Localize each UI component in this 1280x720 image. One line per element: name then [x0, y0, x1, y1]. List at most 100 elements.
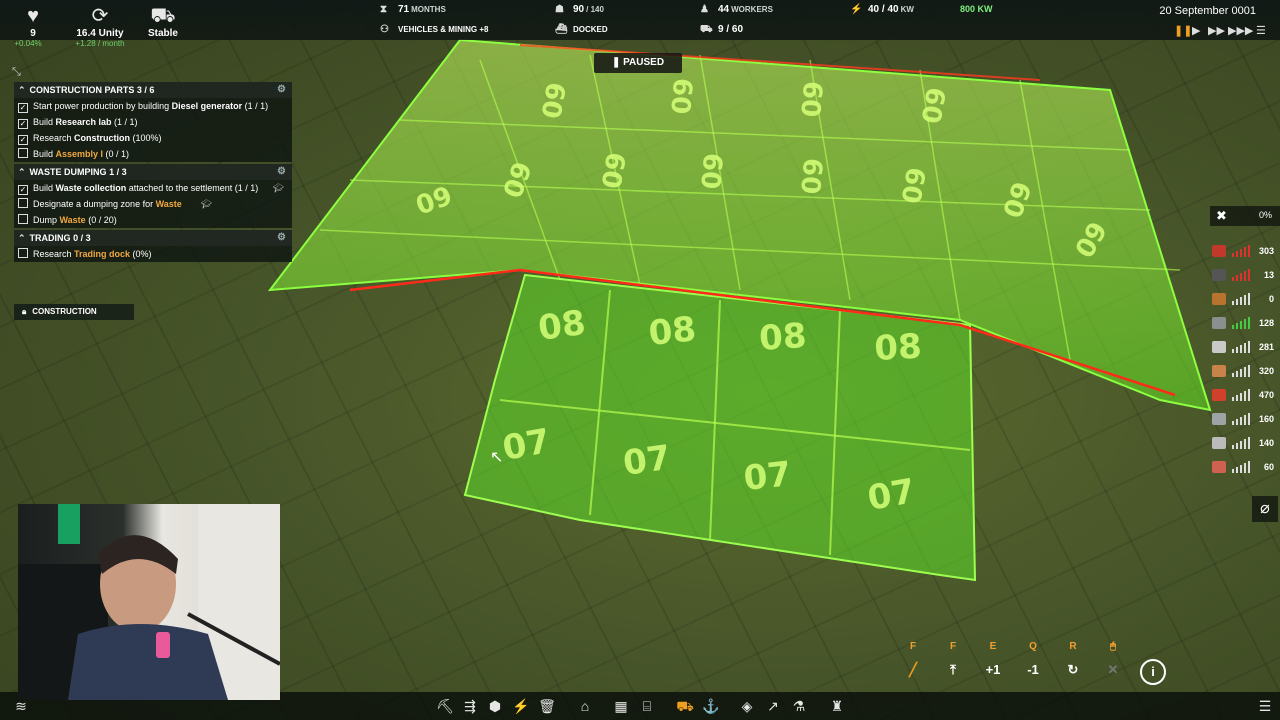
hotkey-pipette-icon[interactable]: F ╱	[895, 638, 931, 684]
conveyor-icon[interactable]: ⇶	[459, 695, 481, 717]
placement-hotkeys: F ╱ F ⤒ E +1 Q -1 R ↻ 🖱 ✕ i	[895, 638, 1170, 693]
iron-ore-icon	[1212, 245, 1226, 257]
goal-section-header[interactable]: ⌃ TRADING 0 / 3 ⚙	[14, 230, 292, 246]
pipe-icon[interactable]: ⌀	[1252, 496, 1278, 522]
svg-text:08: 08	[647, 309, 698, 354]
goal-item[interactable]: ✓ Research Construction (100%)	[14, 130, 292, 146]
goal-count: 0 / 3	[73, 233, 91, 243]
ship-stat[interactable]: ⛴ DOCKED	[555, 24, 608, 35]
svg-text:08: 08	[873, 327, 922, 369]
vehicles-stat[interactable]: ⚇ VEHICLES & MINING +8	[380, 24, 488, 35]
ship-build-icon[interactable]: ⚓	[700, 695, 722, 717]
factory-icon[interactable]: ⌂	[574, 695, 596, 717]
goal-section-header[interactable]: ⌃ WASTE DUMPING 1 / 3 ⚙	[14, 164, 292, 180]
health-stat[interactable]: ♥ 9 +0.04%	[14, 5, 48, 48]
resource-row-planks[interactable]: 320	[1210, 360, 1280, 384]
resource-row-wood[interactable]: 0	[1210, 288, 1280, 312]
chevron-up-icon: ⌃	[18, 233, 26, 243]
goal-progress: (0 / 20)	[85, 215, 117, 225]
settings-icon[interactable]: ⚙	[277, 82, 286, 98]
construction-tag[interactable]: 🔒︎ CONSTRUCTION	[14, 304, 134, 320]
resource-row-coal[interactable]: 13	[1210, 264, 1280, 288]
settlement-status[interactable]: ⛟ Stable	[143, 6, 183, 39]
resource-row-rock[interactable]: 128	[1210, 312, 1280, 336]
resource-row-iron[interactable]: 160	[1210, 408, 1280, 432]
goal-item[interactable]: Build Assembly I (0 / 1)	[14, 146, 292, 162]
goal-item[interactable]: ✓ Build Research lab (1 / 1)	[14, 114, 292, 130]
power-build-icon[interactable]: ⚡	[510, 695, 532, 717]
chevron-up-icon: ⌃	[18, 167, 26, 177]
stock-bars	[1232, 389, 1254, 401]
chart-icon[interactable]: ▦	[610, 695, 632, 717]
hourglass-icon: ⧗	[380, 4, 388, 15]
demolish-toggle[interactable]: ✖ 0%	[1210, 206, 1280, 226]
unity-stat[interactable]: ⟳ 16.4 Unity +1.28 / month	[70, 6, 130, 48]
pause-icon[interactable]: ❚❚	[1174, 24, 1192, 37]
stock-bars	[1232, 341, 1254, 353]
resource-row-construction-parts[interactable]: 281	[1210, 336, 1280, 360]
flask-icon[interactable]: ⚗	[788, 695, 810, 717]
goal-progress: (0 / 1)	[103, 149, 130, 159]
hotkey-label: F	[909, 641, 917, 652]
resource-row-iron-ore[interactable]: 303	[1210, 240, 1280, 264]
fastest-forward-icon[interactable]: ▶▶▶	[1228, 24, 1253, 37]
resource-row-diesel[interactable]: 470	[1210, 384, 1280, 408]
play-icon[interactable]: ▶	[1192, 24, 1200, 37]
resource-row-tools[interactable]: 140	[1210, 432, 1280, 456]
settings-icon[interactable]: ⚙	[277, 230, 286, 246]
goal-item[interactable]: Dump Waste (0 / 20)	[14, 212, 292, 228]
menu-icon[interactable]: ☰	[1256, 24, 1266, 37]
hotkey-label: E	[989, 641, 997, 652]
bricks-icon	[1212, 461, 1226, 473]
goal-section: ⌃ WASTE DUMPING 1 / 3 ⚙ ✓ Build Waste collec…	[14, 164, 292, 228]
stats-icon[interactable]: ↗	[762, 695, 784, 717]
goal-item[interactable]: ✓ Build Waste collection attached to the …	[14, 180, 292, 196]
goal-item[interactable]: Research Trading dock (0%)	[14, 246, 292, 262]
workers-stat[interactable]: ♟ 44 WORKERS	[700, 4, 773, 15]
goal-item[interactable]: Designate a dumping zone for Waste 🎓︎	[14, 196, 292, 212]
stock-bars	[1232, 365, 1254, 377]
food-stat[interactable]: ☗ 90/ 140	[555, 4, 604, 15]
goal-keyword: Trading dock	[74, 249, 131, 259]
info-icon[interactable]: i	[1135, 656, 1171, 688]
checkbox-icon: ✓	[18, 119, 28, 129]
menu-icon[interactable]: ☰	[1254, 695, 1276, 717]
heart-icon: ♥	[27, 5, 39, 27]
goal-text: Build	[33, 183, 56, 193]
excavator-icon[interactable]: ⛏	[434, 695, 456, 717]
stock-bars	[1232, 269, 1254, 281]
cancel-icon: ✕	[1107, 662, 1119, 677]
settings-icon[interactable]: ⚙	[277, 164, 286, 180]
tower-icon[interactable]: ♜	[826, 695, 848, 717]
graduation-cap-icon[interactable]: 🎓︎	[273, 180, 284, 196]
resource-amount: 140	[1258, 438, 1274, 448]
hotkey-lower-icon[interactable]: Q -1	[1015, 638, 1051, 684]
goal-keyword: Construction	[74, 133, 131, 143]
vehicle-build-icon[interactable]: ⛟	[674, 695, 696, 717]
ship-icon: ⛴	[555, 24, 568, 35]
checkbox-icon	[18, 214, 28, 224]
hotkey-rotate-icon[interactable]: R ↻	[1055, 638, 1091, 684]
graduation-cap-icon[interactable]: 🎓︎	[201, 196, 212, 212]
hotkey-flip-icon[interactable]: F ⤒	[935, 638, 971, 684]
svg-text:09: 09	[917, 85, 953, 126]
truck-icon: ⛟	[150, 5, 176, 27]
fast-forward-icon[interactable]: ▶▶	[1208, 24, 1225, 37]
goal-section-header[interactable]: ⌃ CONSTRUCTION PARTS 3 / 6 ⚙	[14, 82, 292, 98]
goal-count: 3 / 6	[136, 85, 155, 95]
tools-icon: ✖	[1216, 208, 1227, 223]
hotkey-raise-icon[interactable]: E +1	[975, 638, 1011, 684]
power-stat[interactable]: ⚡ 40 / 40 KW	[850, 4, 914, 15]
research-icon[interactable]: ◈	[736, 695, 758, 717]
flip-icon: ⤒	[950, 662, 956, 677]
lower-icon: -1	[1027, 662, 1039, 677]
hotkey-cancel-icon[interactable]: 🖱 ✕	[1095, 638, 1131, 684]
trucks-stat[interactable]: ⛟ 9 / 60	[700, 24, 743, 37]
goal-item[interactable]: ✓ Start power production by building Dies…	[14, 98, 292, 114]
collapse-panel-icon[interactable]: ⤡	[12, 66, 21, 79]
months-stat[interactable]: ⧗ 71 MONTHS	[380, 4, 446, 15]
building-icon[interactable]: ⌸	[636, 695, 658, 717]
trash-icon[interactable]: 🗑︎	[536, 695, 558, 717]
resource-row-bricks[interactable]: 60	[1210, 456, 1280, 480]
storage-icon[interactable]: ⬢	[484, 695, 506, 717]
